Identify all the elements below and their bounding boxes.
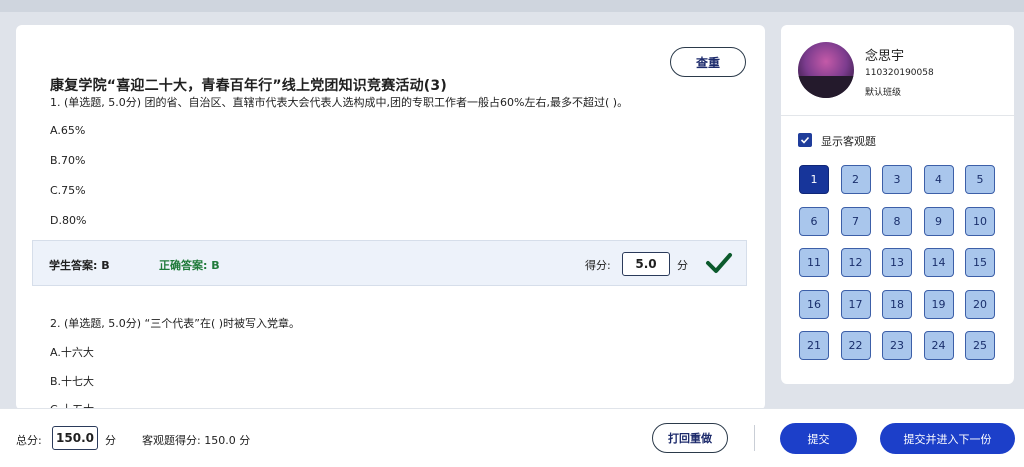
question-number-button-8[interactable]: 8 — [882, 206, 912, 236]
question-2-option-a: A.十六大 — [50, 346, 94, 359]
question-number-button-12[interactable]: 12 — [840, 248, 871, 277]
question-number-button-23[interactable]: 23 — [882, 331, 912, 360]
question-number-button-2[interactable]: 2 — [840, 165, 871, 194]
student-answer: 学生答案: B — [49, 259, 110, 272]
question-number-button-3[interactable]: 3 — [882, 165, 912, 194]
score-unit: 分 — [677, 259, 688, 272]
student-sidebar: 念思宇 110320190058 默认班级 显示客观题 1 2 3 4 5 6 7 8 9 10 1… — [781, 25, 1014, 384]
question-1-option-a: A.65% — [50, 124, 86, 137]
question-number-button-17[interactable]: 17 — [840, 289, 871, 319]
question-number-button-9[interactable]: 9 — [923, 206, 954, 236]
total-score-input[interactable]: 150.0 — [52, 426, 98, 450]
question-number-button-6[interactable]: 6 — [799, 206, 829, 236]
question-1-option-b: B.70% — [50, 154, 86, 167]
show-objective-label[interactable]: 显示客观题 — [821, 133, 876, 149]
redo-button[interactable]: 打回重做 — [652, 423, 728, 453]
answer-result-bar: 学生答案: B 正确答案: B 得分: 5.0 分 — [32, 240, 747, 286]
question-number-button-21[interactable]: 21 — [799, 331, 829, 360]
question-score-input[interactable]: 5.0 — [622, 252, 670, 276]
check-duplicate-button[interactable]: 查重 — [670, 47, 746, 77]
question-number-button-25[interactable]: 25 — [965, 331, 995, 360]
student-class: 默认班级 — [865, 88, 902, 98]
score-label: 得分: — [585, 259, 611, 272]
question-number-button-18[interactable]: 18 — [882, 289, 912, 319]
question-number-button-22[interactable]: 22 — [840, 331, 871, 360]
question-number-button-13[interactable]: 13 — [882, 248, 912, 277]
question-number-button-14[interactable]: 14 — [923, 248, 954, 277]
student-name: 念思宇 — [865, 49, 905, 64]
submit-next-button[interactable]: 提交并进入下一份 — [880, 423, 1015, 454]
question-number-button-19[interactable]: 19 — [923, 289, 954, 319]
page-title: 康复学院“喜迎二十大，青春百年行”线上党团知识竞赛活动(3) — [50, 78, 447, 94]
question-1-text: 1. (单选题, 5.0分) 团的省、自治区、直辖市代表大会代表人选构成中,团的… — [50, 96, 629, 109]
total-score-label: 总分: — [16, 434, 42, 447]
checkmark-icon — [800, 136, 810, 144]
question-number-button-5[interactable]: 5 — [965, 165, 995, 194]
footer-bar: 总分: 150.0 分 客观题得分: 150.0 分 打回重做 提交 提交并进入… — [0, 408, 1024, 467]
total-score-unit: 分 — [105, 434, 116, 447]
objective-score-text: 客观题得分: 150.0 分 — [142, 434, 251, 447]
submit-button[interactable]: 提交 — [780, 423, 857, 454]
question-1-option-d: D.80% — [50, 214, 87, 227]
divider — [781, 115, 1014, 116]
question-number-button-15[interactable]: 15 — [965, 248, 995, 277]
question-number-button-24[interactable]: 24 — [923, 331, 954, 360]
question-number-button-20[interactable]: 20 — [965, 289, 995, 319]
question-1-option-c: C.75% — [50, 184, 86, 197]
question-number-button-7[interactable]: 7 — [840, 206, 871, 236]
top-bar — [0, 0, 1024, 12]
correct-answer: 正确答案: B — [159, 259, 220, 272]
question-panel: 康复学院“喜迎二十大，青春百年行”线上党团知识竞赛活动(3) 查重 1. (单选… — [16, 25, 765, 410]
avatar — [798, 42, 854, 98]
question-2-option-b: B.十七大 — [50, 375, 95, 388]
show-objective-checkbox[interactable] — [798, 133, 812, 147]
student-id: 110320190058 — [865, 68, 934, 78]
question-number-button-10[interactable]: 10 — [965, 206, 995, 236]
correct-check-icon — [706, 253, 732, 273]
question-number-button-16[interactable]: 16 — [799, 289, 829, 319]
question-2-text: 2. (单选题, 5.0分) “三个代表”在( )时被写入党章。 — [50, 317, 301, 330]
question-number-button-1[interactable]: 1 — [799, 165, 829, 194]
question-number-button-11[interactable]: 11 — [799, 248, 829, 277]
divider — [754, 425, 755, 451]
question-number-button-4[interactable]: 4 — [923, 165, 954, 194]
